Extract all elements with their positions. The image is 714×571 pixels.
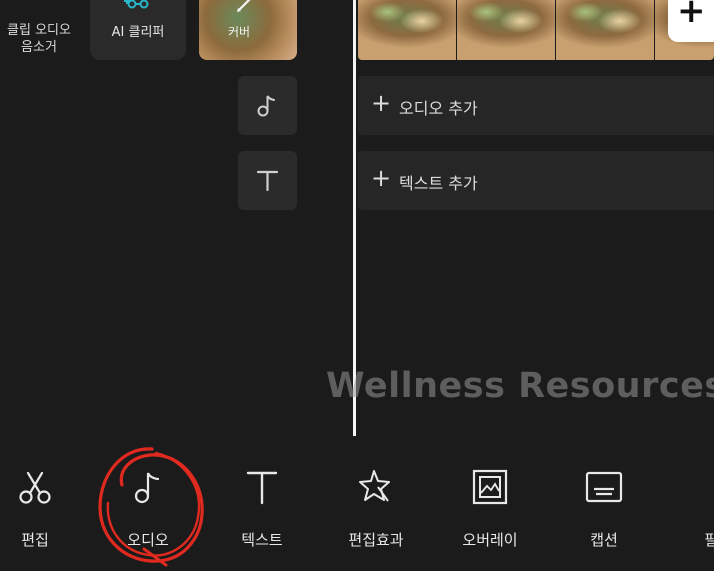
- tool-overlay-label: 오버레이: [462, 531, 518, 549]
- audio-track-button[interactable]: [238, 76, 297, 135]
- music-note-icon: [257, 95, 275, 117]
- tool-audio-label: 오디오: [127, 531, 169, 549]
- music-note-icon: [134, 472, 160, 504]
- tool-caption[interactable]: 캡션: [564, 467, 644, 549]
- add-audio-track[interactable]: + 오디오 추가: [358, 76, 714, 135]
- scissors-icon: [19, 471, 51, 504]
- clip-frame-thumbnail: [457, 0, 555, 60]
- ai-nodes-icon: [124, 0, 149, 9]
- add-audio-label: 오디오 추가: [399, 99, 478, 118]
- video-clip-strip[interactable]: [358, 0, 714, 60]
- caption-icon: [585, 471, 623, 503]
- plus-icon: +: [371, 89, 392, 117]
- tool-audio[interactable]: 오디오: [108, 467, 188, 549]
- tool-effects-label: 편집효과: [348, 531, 404, 549]
- overlay-image-icon: [472, 469, 508, 505]
- clip-audio-mute-label: 클립 오디오 음소거: [7, 23, 71, 55]
- plus-icon: +: [371, 164, 392, 192]
- tool-edit[interactable]: 편집: [0, 467, 75, 549]
- tool-edit-label: 편집: [21, 531, 49, 549]
- plus-icon: +: [677, 0, 706, 31]
- watermark-text: Wellness Resources: [326, 366, 714, 406]
- clip-audio-mute-tool[interactable]: 클립 오디오 음소거: [0, 0, 78, 60]
- bottom-toolbar: 편집 오디오 텍스트 편집효과 오버레이 캡션 필: [0, 455, 714, 571]
- pencil-icon: [237, 0, 251, 12]
- add-text-label: 텍스트 추가: [399, 174, 478, 193]
- tool-filter-label: 필: [704, 531, 714, 549]
- ai-clipper-tool[interactable]: AI 클리퍼: [90, 0, 186, 60]
- cover-tool[interactable]: 커버: [199, 0, 297, 60]
- speaker-icon: [26, 0, 50, 6]
- text-icon: [246, 471, 278, 505]
- tool-text[interactable]: 텍스트: [222, 467, 302, 549]
- text-track-button[interactable]: [238, 151, 297, 210]
- filter-icon: [698, 467, 714, 507]
- text-icon: [256, 170, 279, 192]
- clip-frame-thumbnail: [358, 0, 456, 60]
- cover-label: 커버: [227, 25, 251, 39]
- tool-overlay[interactable]: 오버레이: [450, 467, 530, 549]
- add-clip-button[interactable]: +: [668, 0, 714, 42]
- ai-clipper-label: AI 클리퍼: [111, 25, 165, 40]
- tool-caption-label: 캡션: [590, 531, 618, 549]
- tool-effects[interactable]: 편집효과: [336, 467, 416, 549]
- sparkle-star-icon: [359, 470, 390, 502]
- clip-frame-thumbnail: [556, 0, 654, 60]
- tool-filter[interactable]: 필: [678, 467, 714, 549]
- add-text-track[interactable]: + 텍스트 추가: [358, 151, 714, 210]
- tool-text-label: 텍스트: [241, 531, 283, 549]
